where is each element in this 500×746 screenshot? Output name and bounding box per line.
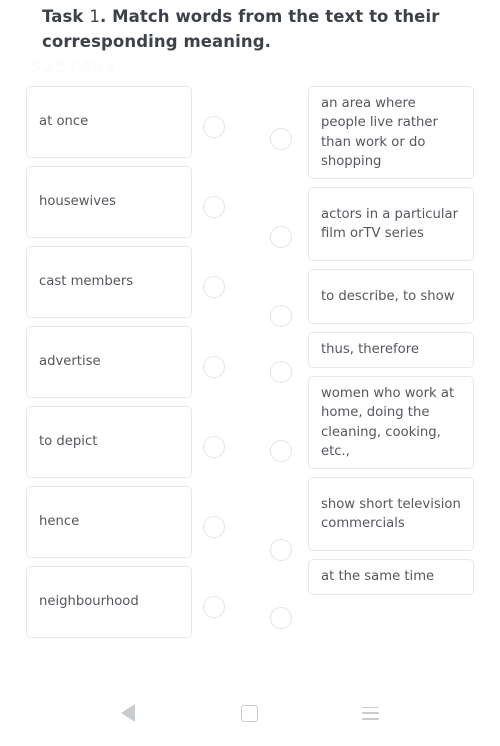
definition-card[interactable]: actors in a particular film orTV series — [308, 187, 474, 261]
term-card[interactable]: hence — [26, 486, 192, 558]
term-card[interactable]: cast members — [26, 246, 192, 318]
term-connector-dot[interactable] — [203, 436, 225, 458]
definition-card[interactable]: to describe, to show — [308, 269, 474, 324]
definition-connector-dot[interactable] — [270, 607, 292, 629]
term-label: neighbourhood — [39, 594, 139, 610]
definition-connector-dot[interactable] — [270, 226, 292, 248]
term-label: to depict — [39, 434, 98, 450]
definition-card[interactable]: thus, therefore — [308, 332, 474, 368]
term-connector-dot[interactable] — [203, 196, 225, 218]
term-card[interactable]: advertise — [26, 326, 192, 398]
definition-card[interactable]: at the same time — [308, 559, 474, 595]
definition-card[interactable]: an area where people live rather than wo… — [308, 86, 474, 179]
term-connector-dot[interactable] — [203, 276, 225, 298]
definition-label: to describe, to show — [321, 288, 455, 304]
nav-recent-apps-button[interactable] — [350, 693, 390, 733]
nav-back-button[interactable] — [108, 693, 148, 733]
term-card[interactable]: at once — [26, 86, 192, 158]
definition-label: women who work at home, doing the cleani… — [321, 385, 455, 460]
term-label: hence — [39, 514, 80, 530]
definition-connector-dot[interactable] — [270, 128, 292, 150]
definition-connector-dot[interactable] — [270, 440, 292, 462]
definition-connector-dot[interactable] — [270, 539, 292, 561]
definitions-column: an area where people live rather than wo… — [308, 86, 474, 595]
definition-label: thus, therefore — [321, 342, 419, 358]
task-number: 1 — [89, 7, 100, 26]
match-exercise-board: at once housewives cast members advertise to… — [0, 86, 500, 638]
term-label: advertise — [39, 354, 101, 370]
nav-home-button[interactable] — [229, 693, 269, 733]
definition-connector-dot[interactable] — [270, 305, 292, 327]
page-title: Task 1. Match words from the text to the… — [42, 4, 462, 54]
watermark-id: 5257493 — [30, 57, 117, 77]
terms-column: at once housewives cast members advertise to… — [26, 86, 192, 638]
definition-card[interactable]: women who work at home, doing the cleani… — [308, 376, 474, 469]
definition-label: show short television commercials — [321, 496, 461, 532]
back-triangle-icon — [121, 704, 135, 722]
term-label: housewives — [39, 194, 117, 210]
term-connector-dot[interactable] — [203, 516, 225, 538]
definition-card[interactable]: show short television commercials — [308, 477, 474, 551]
task-label: Task — [42, 7, 84, 26]
term-card[interactable]: housewives — [26, 166, 192, 238]
term-connector-dot[interactable] — [203, 596, 225, 618]
hamburger-menu-icon — [361, 706, 379, 720]
term-label: at once — [39, 114, 89, 130]
term-card[interactable]: to depict — [26, 406, 192, 478]
definition-connector-dot[interactable] — [270, 361, 292, 383]
definition-label: actors in a particular film orTV series — [321, 206, 459, 242]
home-square-icon — [240, 704, 258, 722]
task-heading: Task 1. Match words from the text to the… — [42, 4, 462, 54]
term-connector-dot[interactable] — [203, 116, 225, 138]
term-card[interactable]: neighbourhood — [26, 566, 192, 638]
term-connector-dot[interactable] — [203, 356, 225, 378]
definition-label: an area where people live rather than wo… — [321, 95, 438, 170]
android-navigation-bar — [0, 680, 500, 746]
term-label: cast members — [39, 274, 134, 290]
task-title-rest: . Match words from the text to their cor… — [42, 7, 440, 51]
definition-label: at the same time — [321, 569, 435, 585]
